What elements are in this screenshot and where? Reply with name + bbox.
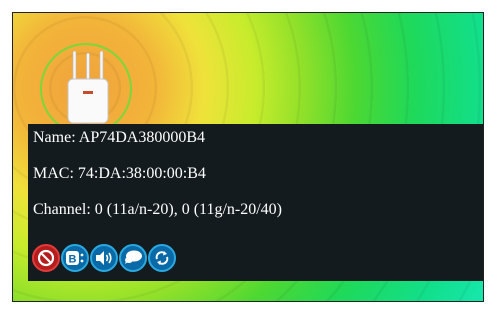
ap-name: AP74DA380000B4: [78, 129, 205, 146]
refresh-button[interactable]: [148, 244, 176, 272]
access-point-marker[interactable]: [40, 43, 148, 164]
ap-action-toolbar: B: [32, 244, 176, 274]
block-icon: [37, 249, 55, 267]
block-button[interactable]: [32, 244, 60, 272]
channel-label: Channel:: [33, 201, 95, 218]
speaker-icon: [96, 251, 112, 265]
ap-info-tooltip: Name: AP74DA380000B4 MAC: 74:DA:38:00:00…: [28, 124, 483, 281]
speaker-button[interactable]: [90, 244, 118, 272]
bluetooth-icon: B: [66, 251, 84, 266]
signal-heatmap[interactable]: Name: AP74DA380000B4 MAC: 74:DA:38:00:00…: [12, 12, 484, 302]
bluetooth-button[interactable]: B: [61, 244, 89, 272]
ap-channel-line: Channel: 0 (11a/n-20), 0 (11g/n-20/40): [33, 201, 483, 218]
chat-icon: [125, 250, 142, 264]
name-label: Name:: [33, 129, 79, 146]
mac-label: MAC:: [33, 165, 78, 182]
ap-mac: 74:DA:38:00:00:B4: [77, 165, 206, 182]
router-icon: [67, 51, 109, 124]
svg-text:B: B: [69, 254, 77, 266]
refresh-icon: [155, 251, 169, 265]
ap-name-line: Name: AP74DA380000B4: [33, 129, 483, 146]
ap-channel: 0 (11a/n-20), 0 (11g/n-20/40): [94, 201, 282, 218]
ap-mac-line: MAC: 74:DA:38:00:00:B4: [33, 165, 483, 182]
chat-button[interactable]: [119, 244, 147, 272]
